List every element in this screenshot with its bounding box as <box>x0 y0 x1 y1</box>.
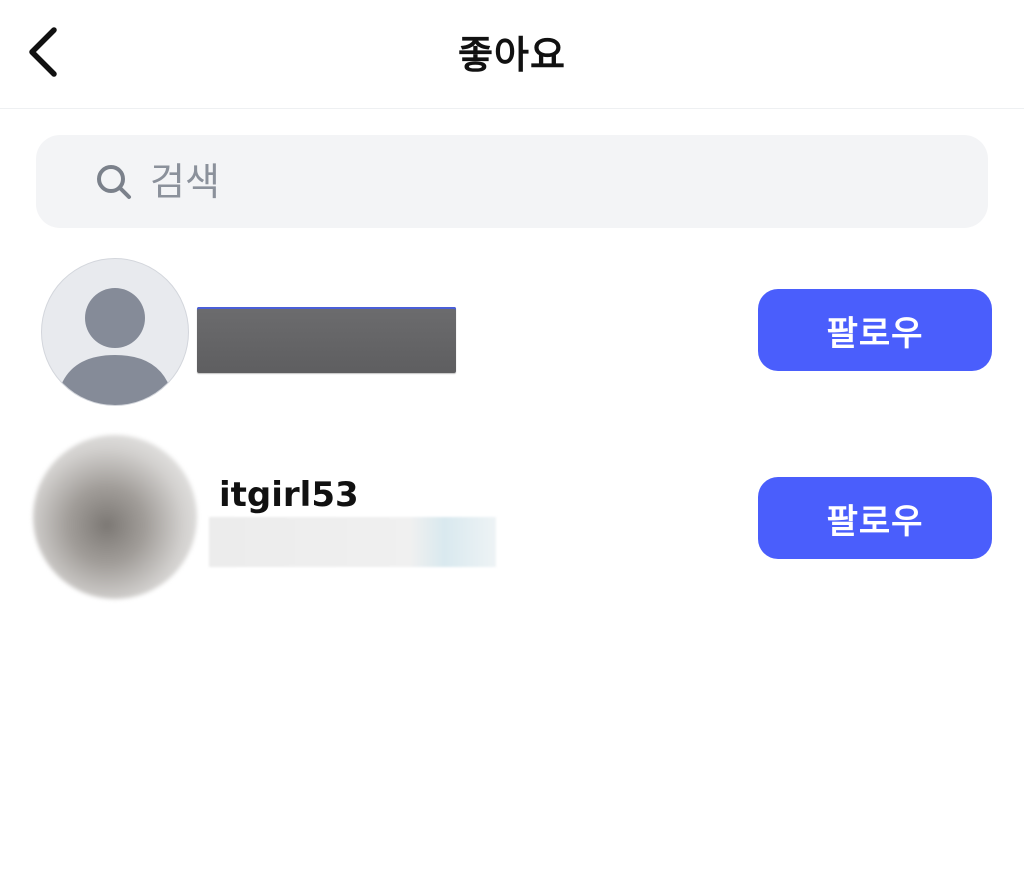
follow-button[interactable]: 팔로우 <box>758 477 992 559</box>
search-input[interactable] <box>148 158 952 205</box>
likes-screen: 좋아요 팔로우 itgirl53 팔로우 <box>0 0 1024 873</box>
header: 좋아요 <box>0 0 1024 109</box>
search-icon <box>94 162 134 202</box>
username[interactable]: itgirl53 <box>219 475 359 515</box>
avatar[interactable] <box>41 258 189 406</box>
list-item[interactable]: itgirl53 팔로우 <box>0 435 1024 599</box>
list-item[interactable]: 팔로우 <box>0 258 1024 406</box>
page-title: 좋아요 <box>458 33 566 77</box>
avatar[interactable] <box>33 435 197 599</box>
redacted-username <box>197 307 456 373</box>
search-bar[interactable] <box>36 135 988 228</box>
default-avatar-icon <box>56 288 174 405</box>
follow-button[interactable]: 팔로우 <box>758 289 992 371</box>
blurred-subtitle <box>209 517 496 567</box>
